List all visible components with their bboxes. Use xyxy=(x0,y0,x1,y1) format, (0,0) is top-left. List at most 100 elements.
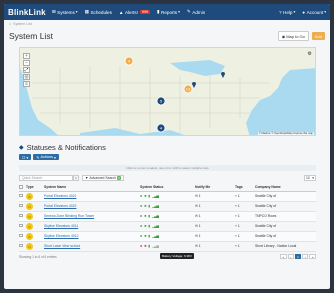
notify-icon[interactable]: ✉ xyxy=(195,224,198,228)
system-name-link[interactable]: Portal Elevators 4021 xyxy=(44,194,76,198)
signal-bars-icon[interactable]: ▁▃▅ xyxy=(152,234,159,238)
last-page-button[interactable]: » xyxy=(309,254,316,259)
system-name-link[interactable]: Skyline Elevators 4012 xyxy=(44,234,79,238)
add-button[interactable]: Add xyxy=(311,32,325,40)
col-system-status[interactable]: System Status xyxy=(140,184,195,192)
notify-icon[interactable]: ✉ xyxy=(195,204,198,208)
alarm-bell-icon[interactable]: ♣ xyxy=(140,224,142,228)
col-type[interactable]: Type xyxy=(26,184,44,192)
table-row[interactable]: ⌂ Portal Elevators 4022 ♣ ■ ▮ ▁▃▅ ✉ 1 ⌖ 1 Seattl… xyxy=(19,201,316,212)
pagination: « ‹ 1 › » xyxy=(279,254,316,259)
map-cluster-1[interactable]: 4 xyxy=(124,56,134,66)
col-system-name[interactable]: System Name xyxy=(44,184,140,192)
col-company-name[interactable]: Company Name xyxy=(255,184,316,192)
nav-reports[interactable]: ▮ Reports ▾ xyxy=(157,9,180,15)
tag-icon[interactable]: ⌖ xyxy=(235,204,237,208)
prev-page-button[interactable]: ‹ xyxy=(287,254,294,259)
signal-bars-icon[interactable]: ▁▃▅ xyxy=(152,204,159,208)
chevron-down-icon: ▾ xyxy=(53,155,56,160)
table-row[interactable]: ⌂ Skyline Elevators 4011 ♣ ■ ▮ ▁▃▅ ✉ 1 ⌖ 1 Seatt… xyxy=(19,221,316,232)
row-checkbox[interactable] xyxy=(19,213,23,218)
row-checkbox[interactable] xyxy=(19,223,23,228)
zoom-out-button[interactable]: − xyxy=(23,60,30,66)
power-icon[interactable]: ■ xyxy=(144,204,146,208)
system-name-link[interactable]: Seneca Zone Blinking Run Tower xyxy=(44,214,94,218)
select-all-checkbox[interactable] xyxy=(19,185,23,189)
page-size-select[interactable]: 10 ▾ xyxy=(304,174,316,181)
nav-schedules[interactable]: ▦ Schedules xyxy=(85,9,112,15)
table-row[interactable]: ⌂ Short Lawn View school ♣ ■ ▮ ▁▃▅ ✉ 1 ⌖ 1 Short… xyxy=(19,241,316,252)
notify-icon[interactable]: ✉ xyxy=(195,214,198,218)
layers-button[interactable]: ≡ xyxy=(23,81,30,87)
map-cluster-4[interactable]: 4 xyxy=(156,123,166,133)
nav-account[interactable]: ● Account ▾ xyxy=(302,10,326,15)
locate-button[interactable]: ◎ xyxy=(23,74,30,80)
signal-bars-icon[interactable]: ▁▃▅ xyxy=(152,214,159,218)
system-name-link[interactable]: Short Lawn View school xyxy=(44,244,80,248)
signal-bars-icon[interactable]: ▁▃▅ xyxy=(152,194,159,198)
battery-icon[interactable]: ▮ xyxy=(148,234,150,238)
row-checkbox[interactable] xyxy=(19,203,23,208)
battery-icon[interactable]: ▮ xyxy=(148,204,150,208)
advanced-search-button[interactable]: ▼ Advanced Search 0 xyxy=(82,174,124,181)
notify-icon[interactable]: ✉ xyxy=(195,234,198,238)
first-page-button[interactable]: « xyxy=(279,254,287,259)
system-map[interactable]: 4 13 5 4 + − ⤢ ◎ ≡ ⚙ © Mapbox © OpenStre… xyxy=(19,47,316,136)
row-checkbox[interactable] xyxy=(19,193,23,198)
page-1-button[interactable]: 1 xyxy=(294,254,302,259)
tag-icon[interactable]: ⌖ xyxy=(235,244,237,248)
battery-icon[interactable]: ▮ xyxy=(148,194,150,198)
alarm-bell-icon[interactable]: ♣ xyxy=(140,204,142,208)
row-checkbox[interactable] xyxy=(19,243,23,248)
signal-bars-icon[interactable]: ▁▃▅ xyxy=(152,224,159,228)
table-row[interactable]: ⌂ Skyline Elevators 4012 ♣ ■ ▮ ▁▃▅ ✉ 1 ⌖ 1 Seatt… xyxy=(19,231,316,242)
brand-logo[interactable]: BlinkLink xyxy=(8,8,46,17)
signal-bars-icon[interactable]: ▁▃▅ xyxy=(152,244,159,248)
battery-icon[interactable]: ▮ xyxy=(148,244,150,248)
map-canvas: 4 13 5 4 xyxy=(20,48,315,135)
table-row[interactable]: ⌂ Seneca Zone Blinking Run Tower ♣ ■ ▮ ▁▃▅ ✉ 1… xyxy=(19,211,316,222)
tag-icon[interactable]: ⌖ xyxy=(235,224,237,228)
tag-icon[interactable]: ⌖ xyxy=(235,234,237,238)
map-button[interactable]: ◉ Map to Go xyxy=(277,31,309,41)
system-name-link[interactable]: Skyline Elevators 4011 xyxy=(44,224,78,228)
nav-admin[interactable]: ✎ Admin xyxy=(187,9,205,15)
alarm-bell-icon[interactable]: ♣ xyxy=(140,194,142,198)
notify-icon[interactable]: ✉ xyxy=(195,194,198,198)
row-checkbox[interactable] xyxy=(19,233,23,238)
section-title: ◆ Statuses & Notifications xyxy=(19,142,106,152)
alarm-bell-icon[interactable]: ♣ xyxy=(140,214,142,218)
battery-icon[interactable]: ▮ xyxy=(148,214,150,218)
power-icon[interactable]: ■ xyxy=(144,224,146,228)
actions-button[interactable]: ✎ Actions ▾ xyxy=(33,154,59,160)
zoom-in-button[interactable]: + xyxy=(23,53,30,59)
system-name-link[interactable]: Portal Elevators 4022 xyxy=(44,204,76,208)
battery-icon[interactable]: ▮ xyxy=(148,224,150,228)
home-icon[interactable]: ⌂ xyxy=(9,22,11,26)
nav-systems[interactable]: ⊞ Systems ▾ xyxy=(52,9,78,15)
select-button[interactable]: ☐ ▾ xyxy=(19,154,32,160)
alarm-bell-icon[interactable]: ♣ xyxy=(140,244,142,248)
power-icon[interactable]: ■ xyxy=(144,214,146,218)
power-icon[interactable]: ■ xyxy=(144,194,146,198)
company-name: TNPCO Rows xyxy=(255,211,316,222)
map-cluster-3[interactable]: 5 xyxy=(156,96,166,106)
fullscreen-button[interactable]: ⤢ xyxy=(23,67,30,73)
quick-search-input[interactable]: Quick Search xyxy=(19,174,73,181)
notify-icon[interactable]: ✉ xyxy=(195,244,198,248)
map-cluster-2[interactable]: 13 xyxy=(183,84,193,94)
power-icon[interactable]: ■ xyxy=(144,244,146,248)
tag-icon[interactable]: ⌖ xyxy=(235,214,237,218)
col-tags[interactable]: Tags xyxy=(235,184,255,192)
alarm-bell-icon[interactable]: ♣ xyxy=(140,234,142,238)
table-row[interactable]: ⌂ Portal Elevators 4021 ♣ ■ ▮ ▁▃▅ ✉ 1 ⌖ 1 Seattl… xyxy=(19,191,316,202)
col-notify-me[interactable]: Notify Me xyxy=(195,184,235,192)
power-icon[interactable]: ■ xyxy=(144,234,146,238)
search-icon[interactable]: ⌕ xyxy=(73,174,79,181)
nav-alerts[interactable]: ▲ Alerts! 999 xyxy=(119,10,150,15)
map-controls: + − ⤢ ◎ ≡ xyxy=(23,53,30,87)
nav-help[interactable]: ? Help ▾ xyxy=(279,10,295,15)
gear-icon[interactable]: ⚙ xyxy=(308,51,312,57)
tag-icon[interactable]: ⌖ xyxy=(235,194,237,198)
next-page-button[interactable]: › xyxy=(302,254,309,259)
